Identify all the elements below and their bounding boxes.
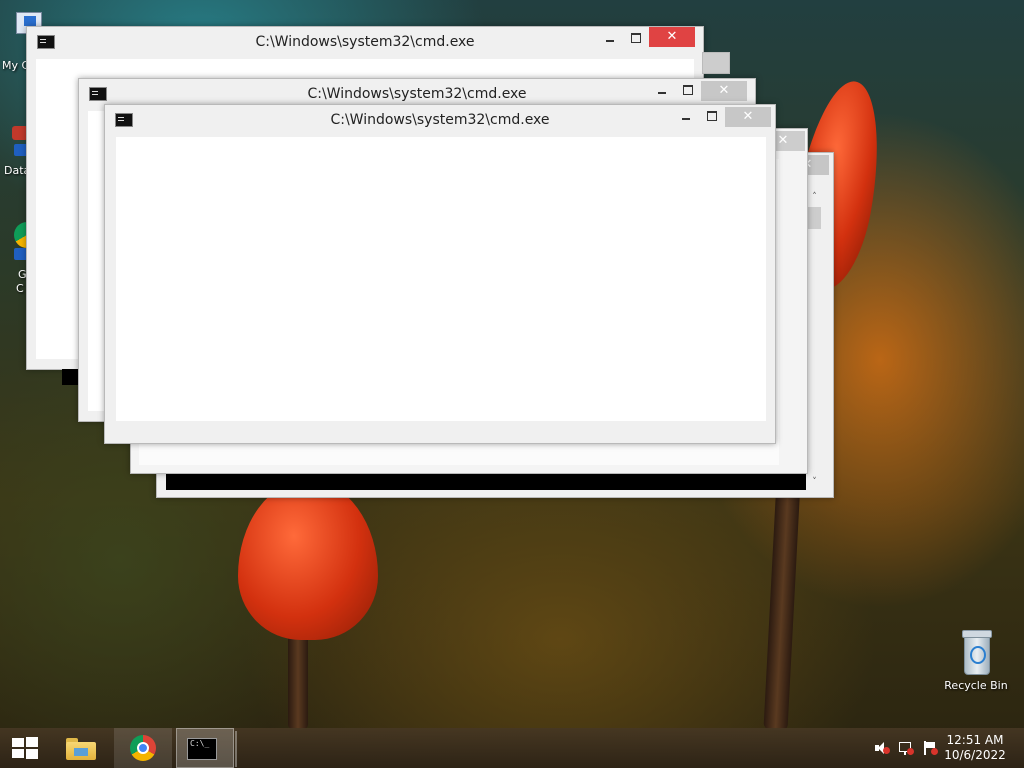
- folder-icon: [66, 736, 96, 760]
- clock-time: 12:51 AM: [946, 733, 1004, 747]
- close-icon: ✕: [777, 133, 789, 148]
- desktop: My C Data G C Recycle Bin ✕ ˄: [0, 0, 1024, 768]
- scroll-thumb[interactable]: [808, 207, 821, 229]
- windows-logo-icon: [12, 737, 38, 759]
- close-button[interactable]: ✕: [725, 107, 771, 127]
- action-center-flag-icon[interactable]: [922, 740, 938, 756]
- close-button[interactable]: ✕: [649, 27, 695, 47]
- minimize-button[interactable]: [673, 107, 699, 127]
- close-icon: ✕: [718, 83, 730, 98]
- start-button[interactable]: [0, 728, 50, 768]
- scroll-down-arrow[interactable]: ˅: [806, 474, 823, 490]
- desktop-icon-label: C: [16, 282, 24, 295]
- network-icon[interactable]: [898, 740, 914, 756]
- chrome-icon: [130, 735, 156, 761]
- window-titlebar[interactable]: C:\Windows\system32\cmd.exe ✕: [105, 105, 775, 135]
- minimize-button[interactable]: [597, 29, 623, 49]
- cmd-icon-text: C:\_: [190, 739, 210, 748]
- taskbar-file-explorer[interactable]: [56, 728, 106, 768]
- wallpaper-flower-left: [238, 480, 378, 640]
- minimize-button[interactable]: [649, 81, 675, 101]
- maximize-button[interactable]: [623, 29, 649, 49]
- taskbar-command-prompt[interactable]: C:\_: [176, 728, 237, 768]
- scroll-up-arrow[interactable]: ˄: [806, 189, 823, 205]
- recycle-bin-icon: [959, 630, 993, 676]
- maximize-button[interactable]: [675, 81, 701, 101]
- close-icon: ✕: [666, 29, 678, 44]
- desktop-icon-recycle-bin[interactable]: Recycle Bin: [940, 630, 1012, 692]
- taskbar-chrome[interactable]: [114, 728, 172, 768]
- taskbar-clock[interactable]: 12:51 AM 10/6/2022: [940, 733, 1010, 763]
- wallpaper-stem-right: [763, 479, 801, 731]
- clock-date: 10/6/2022: [944, 748, 1006, 762]
- maximize-button[interactable]: [699, 107, 725, 127]
- vertical-scrollbar[interactable]: ˄ ˅: [806, 189, 823, 490]
- console-black-strip: [62, 369, 78, 385]
- close-icon: ✕: [742, 109, 754, 124]
- cmd-icon: C:\_: [187, 738, 217, 760]
- window-titlebar[interactable]: C:\Windows\system32\cmd.exe ✕: [27, 27, 703, 57]
- desktop-icon-label: Recycle Bin: [944, 679, 1008, 692]
- console-area[interactable]: [116, 137, 766, 421]
- close-button[interactable]: ✕: [701, 81, 747, 101]
- ghost-close-button: [702, 52, 730, 74]
- cmd-window-3[interactable]: C:\Windows\system32\cmd.exe ✕: [104, 104, 776, 444]
- taskbar-stack-edge: [235, 731, 237, 767]
- taskbar: C:\_ 12:51 AM 10/6/2022: [0, 728, 1024, 768]
- volume-muted-icon[interactable]: [874, 740, 890, 756]
